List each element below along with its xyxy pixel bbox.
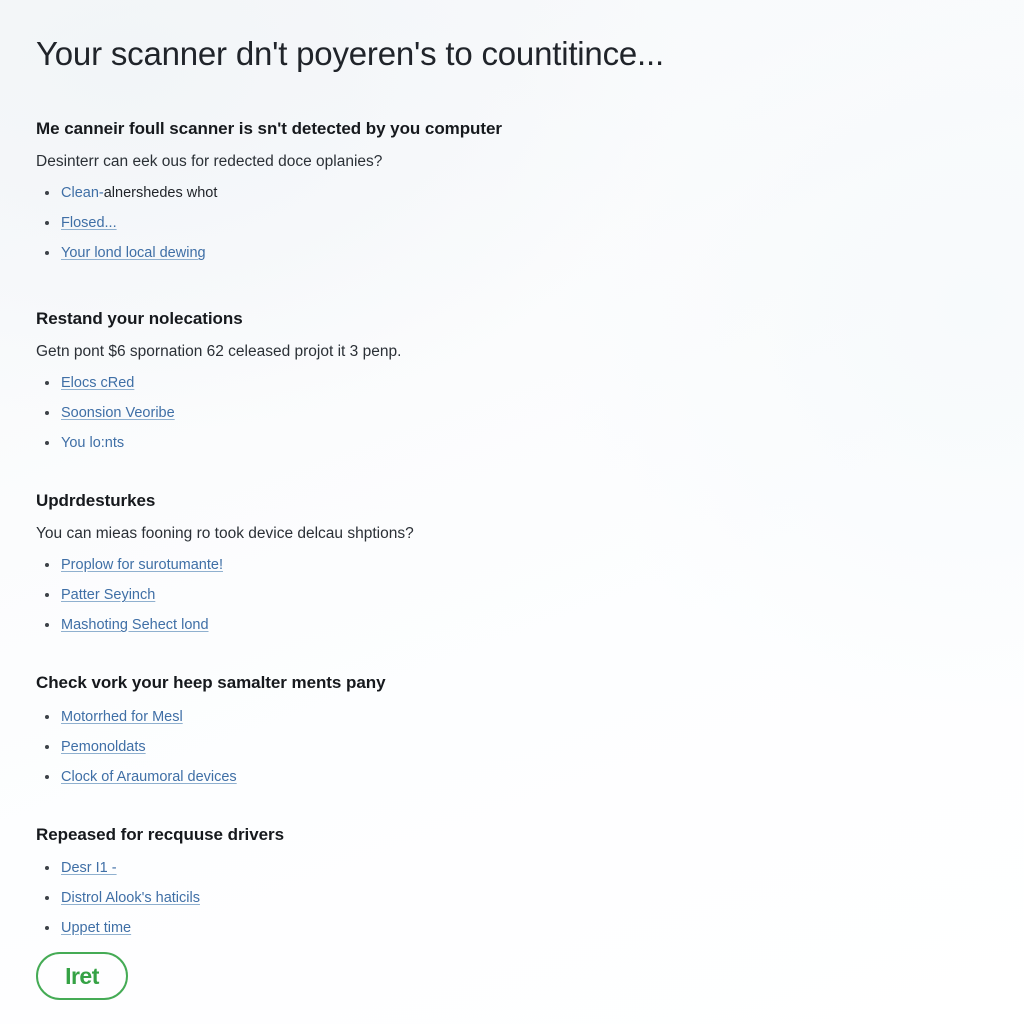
list-item-link[interactable]: Pemonoldats bbox=[61, 739, 146, 755]
list-item: Flosed... bbox=[36, 213, 984, 234]
list-item-link[interactable]: Your lond local dewing bbox=[61, 245, 206, 261]
section-heading: Updrdesturkes bbox=[36, 491, 156, 511]
bullet-icon bbox=[45, 563, 49, 568]
list-item-link[interactable]: Desr I1 - bbox=[61, 860, 117, 876]
section-updrdesturkes: Updrdesturkes You can mieas fooning ro t… bbox=[36, 490, 984, 636]
list-item: Your lond local dewing bbox=[36, 243, 984, 264]
bullet-icon bbox=[45, 411, 49, 416]
list-item-link[interactable]: Elocs cRed bbox=[61, 375, 134, 391]
list-item-link[interactable]: Flosed... bbox=[61, 215, 117, 231]
list-item-link[interactable]: Clock of Araumoral devices bbox=[61, 769, 237, 785]
section-repeased-drivers: Repeased for recquuse drivers Desr I1 - … bbox=[36, 824, 984, 939]
list-item-link[interactable]: Mashoting Sehect lond bbox=[61, 617, 209, 633]
list-item-link[interactable]: Uppet time bbox=[61, 920, 131, 936]
list-item: Patter Seyinch bbox=[36, 585, 984, 606]
bullet-icon bbox=[45, 714, 49, 719]
section-heading: Restand your nolecations bbox=[36, 309, 243, 329]
link-list: Desr I1 - Distrol Alook's haticils Uppet… bbox=[36, 858, 984, 939]
list-item-link[interactable]: Soonsion Veoribe bbox=[61, 405, 175, 421]
list-item: Mashoting Sehect lond bbox=[36, 615, 984, 636]
list-item: Pemonoldats bbox=[36, 737, 984, 758]
bullet-icon bbox=[45, 895, 49, 900]
article-page: Your scanner dn't poyeren's to countitin… bbox=[0, 0, 1024, 1024]
list-item-link[interactable]: Patter Seyinch bbox=[61, 587, 155, 603]
bullet-icon bbox=[45, 191, 49, 196]
section-heading: Check vork your heep samalter ments pany bbox=[36, 673, 386, 693]
page-title: Your scanner dn't poyeren's to countitin… bbox=[36, 35, 664, 72]
list-item: Motorrhed for Mesl bbox=[36, 707, 984, 728]
bullet-icon bbox=[45, 865, 49, 870]
bullet-icon bbox=[45, 381, 49, 386]
bullet-icon bbox=[45, 623, 49, 628]
list-item-link[interactable]: Distrol Alook's haticils bbox=[61, 890, 200, 906]
list-item-link[interactable]: Proplow for surotumante! bbox=[61, 557, 223, 573]
bullet-icon bbox=[45, 251, 49, 256]
section-check-samalter-ments: Check vork your heep samalter ments pany… bbox=[36, 672, 984, 787]
list-item: Distrol Alook's haticils bbox=[36, 888, 984, 909]
list-item: Uppet time bbox=[36, 918, 984, 939]
list-item-text: alnershedes whot bbox=[103, 185, 218, 202]
footer-logo-row: Iret bbox=[36, 952, 128, 1000]
section-heading: Me canneir foull scanner is sn't detecte… bbox=[36, 119, 502, 139]
section-restand-nolecations: Restand your nolecations Getn pont $6 sp… bbox=[36, 308, 984, 454]
list-item-link[interactable]: You lo:nts bbox=[61, 435, 124, 451]
bullet-icon bbox=[45, 774, 49, 779]
list-item: Clock of Araumoral devices bbox=[36, 767, 984, 788]
section-subtitle: Desinterr can eek ous for redected doce … bbox=[36, 153, 383, 171]
bullet-icon bbox=[45, 744, 49, 749]
list-item: Proplow for surotumante! bbox=[36, 555, 984, 576]
list-item: Clean-alnershedes whot bbox=[36, 183, 984, 204]
bullet-icon bbox=[45, 593, 49, 598]
section-subtitle: Getn pont $6 spornation 62 celeased proj… bbox=[36, 343, 402, 361]
list-item: Elocs cRed bbox=[36, 373, 984, 394]
list-item-link[interactable]: Clean- bbox=[61, 185, 104, 201]
list-item: Desr I1 - bbox=[36, 858, 984, 879]
section-heading: Repeased for recquuse drivers bbox=[36, 824, 284, 844]
section-scanner-not-detected: Me canneir foull scanner is sn't detecte… bbox=[36, 118, 984, 264]
brand-badge[interactable]: Iret bbox=[36, 952, 128, 1000]
bullet-icon bbox=[45, 441, 49, 446]
link-list: Elocs cRed Soonsion Veoribe You lo:nts bbox=[36, 373, 984, 454]
link-list: Proplow for surotumante! Patter Seyinch … bbox=[36, 555, 984, 636]
bullet-icon bbox=[45, 925, 49, 930]
link-list: Clean-alnershedes whot Flosed... Your lo… bbox=[36, 183, 984, 264]
list-item: Soonsion Veoribe bbox=[36, 403, 984, 424]
bullet-icon bbox=[45, 221, 49, 226]
brand-badge-label: Iret bbox=[65, 962, 99, 989]
list-item: You lo:nts bbox=[36, 433, 984, 454]
link-list: Motorrhed for Mesl Pemonoldats Clock of … bbox=[36, 707, 984, 788]
list-item-link[interactable]: Motorrhed for Mesl bbox=[61, 709, 183, 725]
section-subtitle: You can mieas fooning ro took device del… bbox=[36, 525, 414, 543]
